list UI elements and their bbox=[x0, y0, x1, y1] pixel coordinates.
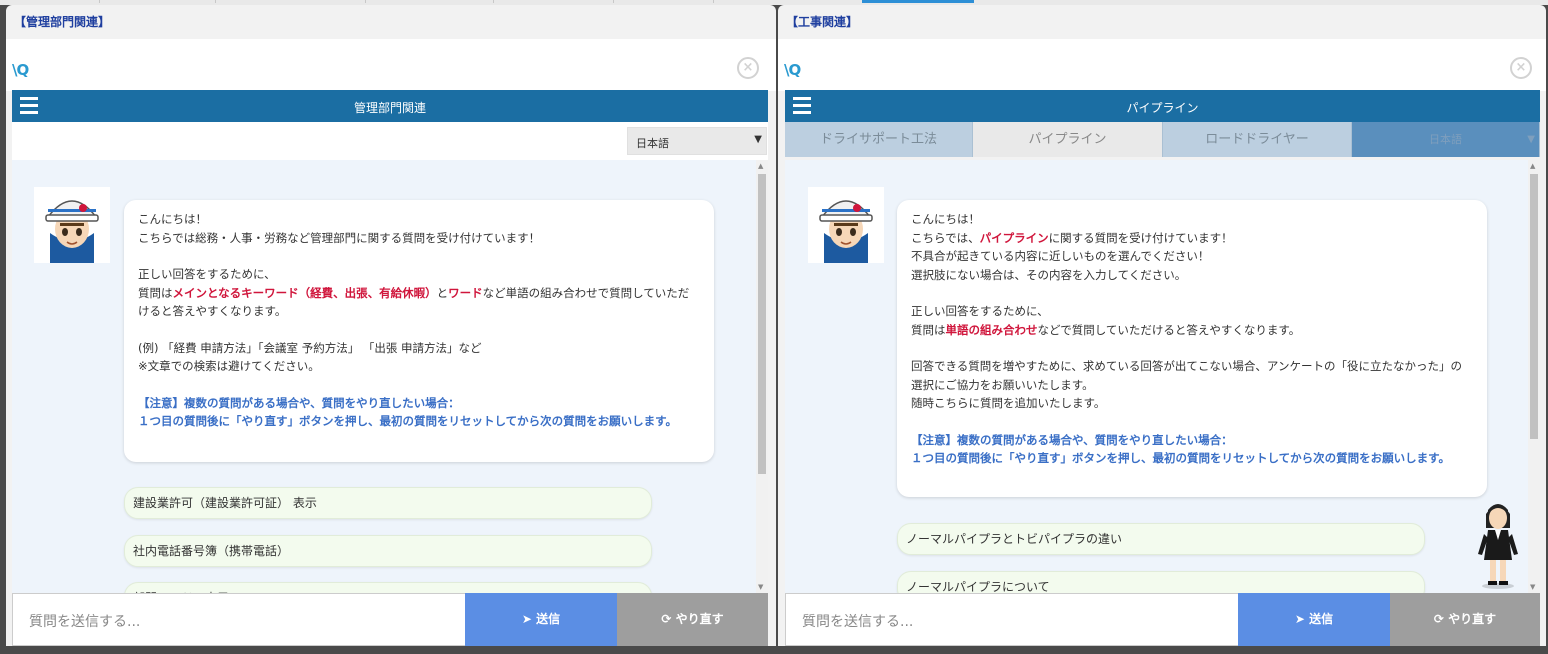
tab-strip-segment[interactable] bbox=[216, 0, 366, 3]
greeting-text: ※文章での検索は避けてください。 bbox=[138, 359, 320, 373]
send-label: 送信 bbox=[1309, 612, 1334, 626]
notice-text: １つ目の質問後に「やり直す」ボタンを押し、最初の質問をリセットしてから次の質問を… bbox=[911, 451, 1450, 465]
logo-row: \Q × bbox=[6, 39, 776, 91]
greeting-text: こちらでは総務・人事・労務など管理部門に関する質問を受け付けています！ bbox=[138, 230, 541, 245]
panel-title: 【管理部門関連】 bbox=[14, 15, 111, 29]
admin-chat-panel: 【管理部門関連】 \Q × 管理部門関連 日本語 ▼ こんにちは！ こちらでは総… bbox=[6, 5, 776, 646]
greeting-text: 質問はメインとなるキーワード（経費、出張、有給休暇）とワードなど単語の組み合わせ… bbox=[138, 285, 690, 319]
tab-strip-segment[interactable] bbox=[366, 0, 494, 3]
tab-strip-segment[interactable] bbox=[100, 0, 216, 3]
chat-header: パイプライン bbox=[785, 90, 1540, 122]
greeting-text: こんにちは！ bbox=[911, 212, 980, 226]
greeting-text: 正しい回答をするために、 bbox=[911, 304, 1049, 318]
logo: \Q bbox=[12, 61, 29, 79]
scroll-up-arrow[interactable]: ▲ bbox=[758, 162, 763, 170]
bot-message: こんにちは！ こちらでは総務・人事・労務など管理部門に関する質問を受け付けていま… bbox=[124, 200, 714, 462]
bot-avatar bbox=[34, 187, 110, 263]
construction-chat-panel: 【工事関連】 \Q × パイプライン ドライサポート工法 パイプライン ロードド… bbox=[778, 5, 1546, 646]
input-bar: 質問を送信する... ➤ 送信 ⟳ やり直す bbox=[785, 593, 1540, 646]
tab-pipeline[interactable]: パイプライン bbox=[973, 122, 1163, 157]
tab-strip-segment[interactable] bbox=[0, 0, 100, 3]
greeting-text: こちらでは、パイプラインに関する質問を受け付けています！ bbox=[911, 230, 1233, 245]
choice-button[interactable]: ノーマルパイプラとトビパイプラの違い bbox=[897, 523, 1425, 555]
greeting-text: 随時こちらに質問を追加いたします。 bbox=[911, 396, 1106, 410]
logo-row: \Q × bbox=[778, 39, 1546, 91]
bot-avatar bbox=[808, 187, 884, 263]
refresh-icon: ⟳ bbox=[1433, 612, 1449, 626]
scroll-thumb[interactable] bbox=[1530, 174, 1538, 439]
header-title: 管理部門関連 bbox=[353, 101, 426, 115]
chevron-down-icon: ▼ bbox=[1527, 134, 1535, 145]
language-select[interactable]: 日本語 ▼ bbox=[1352, 122, 1540, 157]
chevron-down-icon: ▼ bbox=[754, 134, 762, 145]
close-icon[interactable]: × bbox=[1510, 57, 1532, 79]
greeting-text: 正しい回答をするために、 bbox=[138, 267, 276, 281]
question-input[interactable]: 質問を送信する... bbox=[12, 593, 466, 646]
language-value: 日本語 bbox=[1429, 133, 1462, 146]
choice-button[interactable]: 社内電話番号簿（携帯電話） bbox=[124, 535, 652, 567]
language-value: 日本語 bbox=[636, 137, 669, 150]
greeting-text: 選択肢にない場合は、その内容を入力してください。 bbox=[911, 267, 1187, 282]
bot-message: こんにちは！ こちらでは、パイプラインに関する質問を受け付けています！ 不具合が… bbox=[897, 200, 1487, 497]
chat-area[interactable]: こんにちは！ こちらでは総務・人事・労務など管理部門に関する質問を受け付けていま… bbox=[12, 160, 768, 593]
header-title: パイプライン bbox=[1126, 101, 1199, 115]
choice-button[interactable]: ノーマルパイプラについて bbox=[897, 571, 1425, 593]
notice-text: １つ目の質問後に「やり直す」ボタンを押し、最初の質問をリセットしてから次の質問を… bbox=[138, 414, 677, 428]
chat-area[interactable]: こんにちは！ こちらでは、パイプラインに関する質問を受け付けています！ 不具合が… bbox=[785, 160, 1540, 593]
chat-scrollbar[interactable]: ▲ ▼ bbox=[1528, 160, 1540, 593]
paper-plane-icon: ➤ bbox=[521, 612, 537, 626]
scroll-thumb[interactable] bbox=[758, 174, 766, 474]
send-button[interactable]: ➤ 送信 bbox=[465, 593, 617, 646]
scroll-up-arrow[interactable]: ▲ bbox=[1530, 162, 1535, 170]
language-select[interactable]: 日本語 ▼ bbox=[627, 127, 767, 155]
greeting-text: (例) 「経費 申請方法」「会議室 予約方法」 「出張 申請方法」など bbox=[138, 340, 482, 355]
choice-button[interactable]: 建設業許可（建設業許可証） 表示 bbox=[124, 487, 652, 519]
active-tab-indicator bbox=[862, 0, 974, 3]
category-tabs: ドライサポート工法 パイプライン ロードドライヤー 日本語 ▼ bbox=[785, 122, 1540, 157]
send-button[interactable]: ➤ 送信 bbox=[1238, 593, 1390, 646]
tab-dry-support[interactable]: ドライサポート工法 bbox=[785, 122, 973, 157]
language-bar: 日本語 ▼ bbox=[12, 122, 768, 160]
retry-label: やり直す bbox=[675, 612, 724, 626]
scroll-down-arrow[interactable]: ▼ bbox=[1530, 583, 1535, 591]
notice-text: 【注意】複数の質問がある場合や、質問をやり直したい場合： bbox=[138, 395, 460, 410]
greeting-text: こんにちは！ bbox=[138, 212, 207, 226]
greeting-text: 回答できる質問を増やすために、求めている回答が出てこない場合、アンケートの「役に… bbox=[911, 359, 1462, 392]
tab-strip-segment[interactable] bbox=[614, 0, 714, 3]
choice-button[interactable]: 部門コードの表示 bbox=[124, 582, 652, 593]
send-label: 送信 bbox=[536, 612, 561, 626]
retry-label: やり直す bbox=[1448, 612, 1497, 626]
input-bar: 質問を送信する... ➤ 送信 ⟳ やり直す bbox=[12, 593, 768, 646]
paper-plane-icon: ➤ bbox=[1294, 612, 1310, 626]
greeting-text: 不具合が起きている内容に近しいものを選んでください！ bbox=[911, 249, 1210, 263]
chat-scrollbar[interactable]: ▲ ▼ bbox=[756, 160, 768, 593]
logo: \Q bbox=[784, 61, 801, 79]
question-input[interactable]: 質問を送信する... bbox=[785, 593, 1239, 646]
businesswoman-figure[interactable] bbox=[1474, 498, 1522, 590]
refresh-icon: ⟳ bbox=[661, 612, 676, 626]
tab-strip-segment[interactable] bbox=[494, 0, 614, 3]
scroll-down-arrow[interactable]: ▼ bbox=[758, 583, 763, 591]
panel-title: 【工事関連】 bbox=[786, 15, 859, 29]
notice-text: 【注意】複数の質問がある場合や、質問をやり直したい場合： bbox=[911, 432, 1233, 447]
retry-button[interactable]: ⟳ やり直す bbox=[617, 593, 768, 646]
retry-button[interactable]: ⟳ やり直す bbox=[1390, 593, 1540, 646]
chat-header: 管理部門関連 bbox=[12, 90, 768, 122]
close-icon[interactable]: × bbox=[737, 57, 759, 79]
greeting-text: 質問は単語の組み合わせなどで質問していただけると答えやすくなります。 bbox=[911, 322, 1301, 337]
tab-road-dryer[interactable]: ロードドライヤー bbox=[1163, 122, 1352, 157]
